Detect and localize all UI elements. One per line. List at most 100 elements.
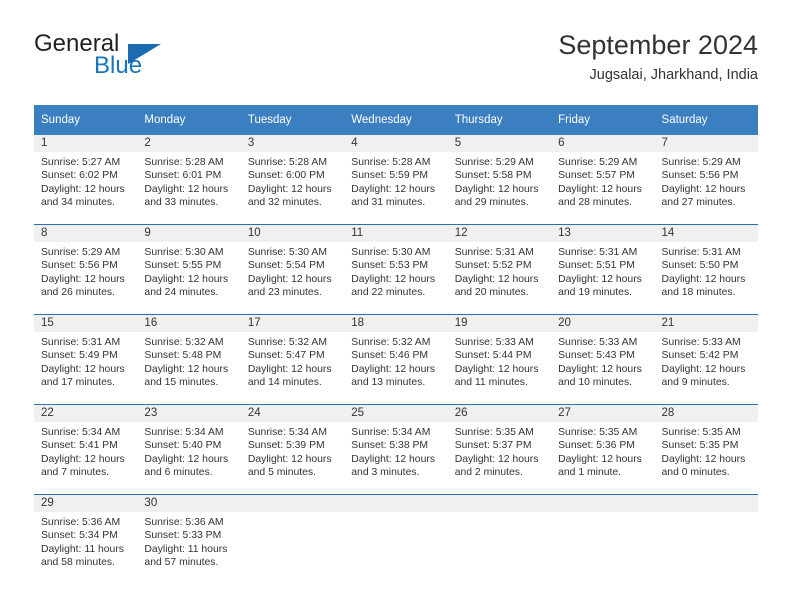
calendar-day-cell[interactable]: 25 Sunrise: 5:34 AM Sunset: 5:38 PM Dayligh…: [344, 404, 448, 495]
sunset-text: Sunset: 6:01 PM: [144, 170, 222, 182]
calendar-day-cell[interactable]: 29 Sunrise: 5:36 AM Sunset: 5:34 PM Dayligh…: [34, 494, 138, 584]
calendar-day-cell[interactable]: 14 Sunrise: 5:31 AM Sunset: 5:50 PM Dayligh…: [654, 224, 758, 315]
daylight-text-line1: Daylight: 12 hours: [144, 363, 229, 375]
day-info: Sunrise: 5:34 AM Sunset: 5:41 PM Daylight:…: [34, 422, 137, 480]
daylight-text-line1: Daylight: 12 hours: [558, 273, 642, 285]
day-number: 29: [34, 495, 138, 512]
daylight-text-line2: and 22 minutes.: [351, 287, 426, 299]
calendar-day-cell[interactable]: 3 Sunrise: 5:28 AM Sunset: 6:00 PM Daylight…: [240, 135, 345, 225]
day-info: Sunrise: 5:29 AM Sunset: 5:58 PM Daylight:…: [448, 152, 551, 210]
sunrise-text: Sunrise: 5:29 AM: [558, 157, 638, 168]
daylight-text-line1: Daylight: 12 hours: [454, 273, 539, 285]
sunrise-text: Sunrise: 5:29 AM: [661, 157, 741, 168]
sunrise-text: Sunrise: 5:30 AM: [144, 247, 224, 258]
sunset-text: Sunset: 5:56 PM: [41, 260, 118, 272]
daylight-text-line1: Daylight: 12 hours: [247, 363, 332, 375]
calendar-day-cell[interactable]: 13 Sunrise: 5:31 AM Sunset: 5:51 PM Dayligh…: [551, 224, 655, 315]
sunset-text: Sunset: 5:51 PM: [558, 260, 635, 272]
sunset-text: Sunset: 5:37 PM: [454, 440, 532, 452]
calendar-day-cell[interactable]: 20 Sunrise: 5:33 AM Sunset: 5:43 PM Dayligh…: [551, 314, 655, 405]
calendar-day-cell[interactable]: 5 Sunrise: 5:29 AM Sunset: 5:58 PM Daylight…: [447, 135, 552, 225]
day-number: [654, 495, 758, 512]
day-info: Sunrise: 5:27 AM Sunset: 6:02 PM Daylight:…: [34, 152, 137, 210]
sunset-text: Sunset: 5:49 PM: [41, 350, 118, 362]
calendar-day-cell[interactable]: 17 Sunrise: 5:32 AM Sunset: 5:47 PM Dayligh…: [240, 314, 345, 405]
calendar-day-cell[interactable]: 16 Sunrise: 5:32 AM Sunset: 5:48 PM Dayligh…: [137, 314, 241, 405]
calendar-day-cell[interactable]: 19 Sunrise: 5:33 AM Sunset: 5:44 PM Dayligh…: [447, 314, 552, 405]
day-number: 11: [344, 225, 448, 242]
daylight-text-line1: Daylight: 12 hours: [247, 273, 332, 285]
calendar-day-cell[interactable]: 8 Sunrise: 5:29 AM Sunset: 5:56 PM Daylight…: [34, 224, 138, 315]
calendar-day-cell[interactable]: 26 Sunrise: 5:35 AM Sunset: 5:37 PM Dayligh…: [447, 404, 552, 495]
sunrise-text: Sunrise: 5:29 AM: [454, 157, 534, 168]
sunrise-text: Sunrise: 5:33 AM: [558, 337, 638, 348]
daylight-text-line2: and 20 minutes.: [454, 287, 529, 299]
calendar-day-cell[interactable]: 9 Sunrise: 5:30 AM Sunset: 5:55 PM Daylight…: [137, 224, 241, 315]
calendar-week-row: 1 Sunrise: 5:27 AM Sunset: 6:02 PM Daylight…: [34, 135, 758, 225]
daylight-text-line1: Daylight: 12 hours: [41, 363, 125, 375]
calendar-page: General Blue September 2024 Jugsalai, Jh…: [0, 0, 792, 612]
day-number: 2: [137, 135, 241, 152]
sunset-text: Sunset: 5:39 PM: [247, 440, 325, 452]
calendar-week-row: 15 Sunrise: 5:31 AM Sunset: 5:49 PM Dayligh…: [34, 314, 758, 405]
calendar-day-cell-empty: [551, 494, 655, 584]
daylight-text-line2: and 15 minutes.: [144, 377, 219, 389]
daylight-text-line2: and 18 minutes.: [661, 287, 736, 299]
sunrise-text: Sunrise: 5:34 AM: [41, 427, 121, 438]
day-number: 14: [654, 225, 758, 242]
sunrise-text: Sunrise: 5:30 AM: [247, 247, 327, 258]
day-number: 6: [551, 135, 655, 152]
calendar-day-cell[interactable]: 28 Sunrise: 5:35 AM Sunset: 5:35 PM Dayligh…: [654, 404, 758, 495]
calendar-day-cell[interactable]: 6 Sunrise: 5:29 AM Sunset: 5:57 PM Daylight…: [551, 135, 655, 225]
calendar-day-cell[interactable]: 24 Sunrise: 5:34 AM Sunset: 5:39 PM Dayligh…: [240, 404, 345, 495]
day-number: [447, 495, 552, 512]
daylight-text-line2: and 23 minutes.: [247, 287, 322, 299]
sunrise-text: Sunrise: 5:32 AM: [247, 337, 327, 348]
daylight-text-line2: and 57 minutes.: [144, 557, 219, 569]
daylight-text-line1: Daylight: 12 hours: [454, 183, 539, 195]
calendar-day-cell[interactable]: 30 Sunrise: 5:36 AM Sunset: 5:33 PM Dayligh…: [137, 494, 241, 584]
daylight-text-line2: and 32 minutes.: [247, 197, 322, 209]
sunrise-text: Sunrise: 5:35 AM: [661, 427, 741, 438]
daylight-text-line1: Daylight: 12 hours: [661, 453, 746, 465]
day-info: Sunrise: 5:30 AM Sunset: 5:54 PM Daylight:…: [241, 242, 344, 300]
calendar-day-cell[interactable]: 23 Sunrise: 5:34 AM Sunset: 5:40 PM Dayligh…: [137, 404, 241, 495]
sunrise-text: Sunrise: 5:31 AM: [454, 247, 534, 258]
calendar-day-cell[interactable]: 12 Sunrise: 5:31 AM Sunset: 5:52 PM Dayligh…: [447, 224, 552, 315]
calendar-day-cell[interactable]: 11 Sunrise: 5:30 AM Sunset: 5:53 PM Dayligh…: [344, 224, 448, 315]
day-number: 22: [34, 405, 138, 422]
daylight-text-line1: Daylight: 12 hours: [454, 453, 539, 465]
sunset-text: Sunset: 5:38 PM: [351, 440, 429, 452]
calendar-week-row: 29 Sunrise: 5:36 AM Sunset: 5:34 PM Dayligh…: [34, 494, 758, 584]
calendar-day-cell[interactable]: 15 Sunrise: 5:31 AM Sunset: 5:49 PM Dayligh…: [34, 314, 138, 405]
calendar-day-cell[interactable]: 2 Sunrise: 5:28 AM Sunset: 6:01 PM Daylight…: [137, 135, 241, 225]
calendar-day-cell[interactable]: 27 Sunrise: 5:35 AM Sunset: 5:36 PM Dayligh…: [551, 404, 655, 495]
day-number: 27: [551, 405, 655, 422]
day-number: 5: [447, 135, 552, 152]
brand-logo[interactable]: General Blue: [34, 30, 264, 86]
calendar-day-cell[interactable]: 22 Sunrise: 5:34 AM Sunset: 5:41 PM Dayligh…: [34, 404, 138, 495]
calendar-grid: Sunday Monday Tuesday Wednesday Thursday…: [34, 105, 758, 584]
calendar-day-cell[interactable]: 21 Sunrise: 5:33 AM Sunset: 5:42 PM Dayligh…: [654, 314, 758, 405]
day-number: [240, 495, 345, 512]
daylight-text-line1: Daylight: 12 hours: [41, 273, 125, 285]
day-number: 17: [240, 315, 345, 332]
calendar-day-cell[interactable]: 10 Sunrise: 5:30 AM Sunset: 5:54 PM Dayligh…: [240, 224, 345, 315]
brand-name-bottom: Blue: [94, 52, 143, 79]
day-info: Sunrise: 5:35 AM Sunset: 5:35 PM Daylight:…: [655, 422, 758, 480]
sunset-text: Sunset: 6:02 PM: [41, 170, 118, 182]
calendar-table: Sunday Monday Tuesday Wednesday Thursday…: [34, 105, 758, 584]
calendar-day-cell[interactable]: 4 Sunrise: 5:28 AM Sunset: 5:59 PM Daylight…: [344, 135, 448, 225]
day-number: 15: [34, 315, 138, 332]
day-info: Sunrise: 5:28 AM Sunset: 6:01 PM Daylight:…: [137, 152, 240, 210]
calendar-day-cell[interactable]: 18 Sunrise: 5:32 AM Sunset: 5:46 PM Dayligh…: [344, 314, 448, 405]
day-number: 8: [34, 225, 138, 242]
calendar-day-cell[interactable]: 7 Sunrise: 5:29 AM Sunset: 5:56 PM Daylight…: [654, 135, 758, 225]
calendar-day-cell[interactable]: 1 Sunrise: 5:27 AM Sunset: 6:02 PM Daylight…: [34, 135, 138, 225]
sunset-text: Sunset: 5:56 PM: [661, 170, 739, 182]
daylight-text-line2: and 19 minutes.: [558, 287, 633, 299]
sunset-text: Sunset: 5:48 PM: [144, 350, 222, 362]
sunset-text: Sunset: 5:42 PM: [661, 350, 739, 362]
day-number: 18: [344, 315, 448, 332]
daylight-text-line1: Daylight: 11 hours: [41, 543, 124, 555]
